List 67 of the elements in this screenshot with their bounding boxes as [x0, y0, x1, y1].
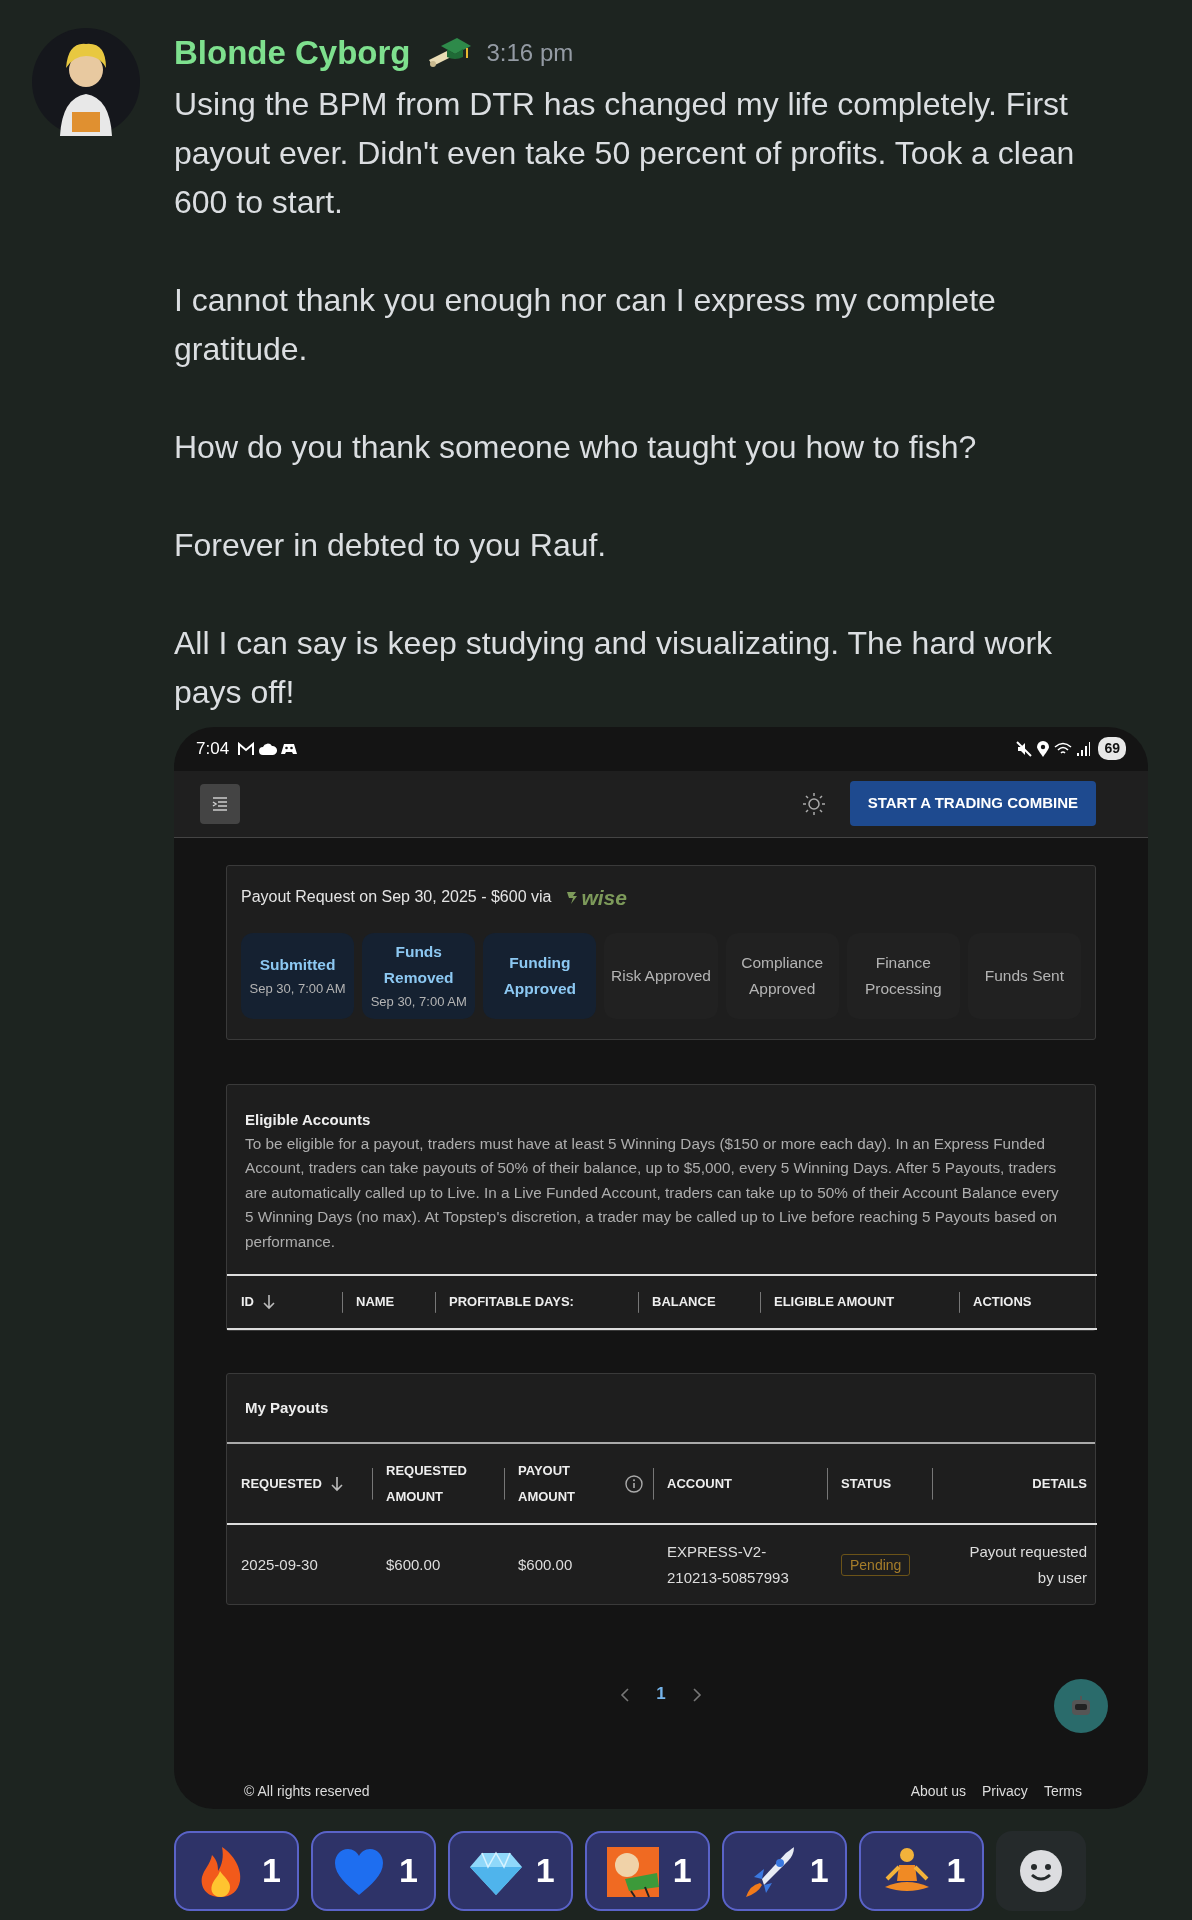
chat-bot-button[interactable] [1054, 1678, 1108, 1733]
location-icon [1036, 740, 1051, 757]
message-text: How do you thank someone who taught you how to fish? [174, 427, 978, 467]
reaction-button[interactable]: 1 [721, 1830, 847, 1911]
table-cell: $600.00 [386, 1555, 441, 1573]
copyright-text: © All rights reserved [244, 1781, 370, 1801]
message-timestamp: 3:16 pm [486, 37, 574, 68]
message-text: Using the BPM from DTR has changed my life completely. First payout ever. Didn't even take 50 percent of profits. Took a clean 600 to start. [174, 84, 1076, 222]
mute-icon [1016, 740, 1033, 757]
reaction-button[interactable]: 1 [447, 1830, 573, 1911]
robot-icon [1069, 1694, 1093, 1717]
column-header: BALANCE [652, 1293, 716, 1311]
eligibility-description: To be eligible for a payout, traders must have at least 5 Winning Days ($150 or more each day). In an Express Funded Account, traders can take payouts of 50% of their balance, up to $5,000, every 5 Winning Days. After 5 Payouts, traders are automatically called up to Live. In a Live Funded Account, traders can take up to 50% of their Account Balance every 5 Winning Days (no max). At Topstep's discretion, a trader may be called up to Live before reaching 5 Payouts based on performance. [245, 1133, 1060, 1252]
column-header: PROFITABLE DAYS: [449, 1293, 574, 1311]
arrow-down-icon [329, 1475, 344, 1492]
author-name[interactable]: Blonde Cyborg [174, 28, 411, 78]
table-cell: $600.00 [518, 1555, 573, 1573]
column-header: ACCOUNT [667, 1474, 732, 1493]
footer-link[interactable]: Privacy [981, 1780, 1028, 1802]
smiley-icon [1018, 1848, 1063, 1893]
cloud-icon [259, 742, 278, 755]
table-cell: EXPRESS-V2-210213-50857993 [667, 1542, 789, 1586]
table-cell-text: Payout requested by user [968, 1541, 1087, 1588]
mail-icon [237, 741, 256, 756]
menu-button[interactable] [200, 783, 240, 824]
chevron-right-icon [691, 1687, 702, 1702]
progress-step: Funding Approved [483, 933, 597, 1019]
footer-link[interactable]: About us [910, 1780, 966, 1802]
add-reaction-button[interactable] [995, 1830, 1086, 1911]
column-header[interactable]: REQUESTED [241, 1470, 322, 1497]
column-header: DETAILS [1032, 1474, 1087, 1493]
battery-indicator: 69 [1098, 737, 1126, 760]
signal-icon [1076, 741, 1091, 756]
table-cell: 2025-09-30 [241, 1555, 318, 1573]
chevron-left-icon [620, 1687, 631, 1702]
message-text: All I can say is keep studying and visualizating. The hard work pays off! [174, 623, 1054, 712]
reaction-button[interactable]: 1 [858, 1830, 984, 1911]
column-header[interactable]: ID [241, 1289, 254, 1315]
column-header: ELIGIBLE AMOUNT [774, 1293, 895, 1311]
status-badge: Pending [841, 1553, 911, 1576]
column-header: NAME [356, 1293, 395, 1311]
reaction-button[interactable]: 1 [174, 1830, 299, 1911]
menu-icon [212, 796, 228, 811]
column-header: STATUS [841, 1474, 892, 1493]
status-time: 7:04 [196, 737, 230, 760]
payout-request-title: Payout Request on Sep 30, 2025 - $600 via [241, 887, 552, 908]
payment-provider: wise [581, 884, 627, 911]
info-icon[interactable] [625, 1474, 643, 1493]
message-text: I cannot thank you enough nor can I express my complete gratitude. [174, 280, 997, 369]
arrow-down-icon [262, 1294, 276, 1310]
reaction-button[interactable]: 1 [310, 1830, 436, 1911]
controller-icon [281, 742, 298, 755]
page-button[interactable]: 1 [656, 1681, 666, 1707]
graduation-cap-icon [426, 35, 471, 70]
progress-step: Submitted Sep 30, 7:00 AM [241, 933, 355, 1019]
message-text: Forever in debted to you Rauf. [174, 525, 608, 565]
sun-icon[interactable] [801, 791, 826, 816]
wifi-icon [1054, 741, 1073, 756]
start-trading-combine-button[interactable]: START A TRADING COMBINE [849, 781, 1096, 826]
column-header: PAYOUT AMOUNT [518, 1461, 577, 1506]
column-header: ACTIONS [973, 1293, 1032, 1311]
footer-link[interactable]: Terms [1043, 1780, 1082, 1802]
card-title: Eligible Accounts [245, 1110, 372, 1130]
progress-step: Funds Removed Sep 30, 7:00 AM [362, 933, 476, 1019]
column-header: REQUESTED AMOUNT [386, 1461, 468, 1506]
card-title: My Payouts [245, 1397, 329, 1418]
reaction-button[interactable]: 1 [584, 1830, 710, 1911]
